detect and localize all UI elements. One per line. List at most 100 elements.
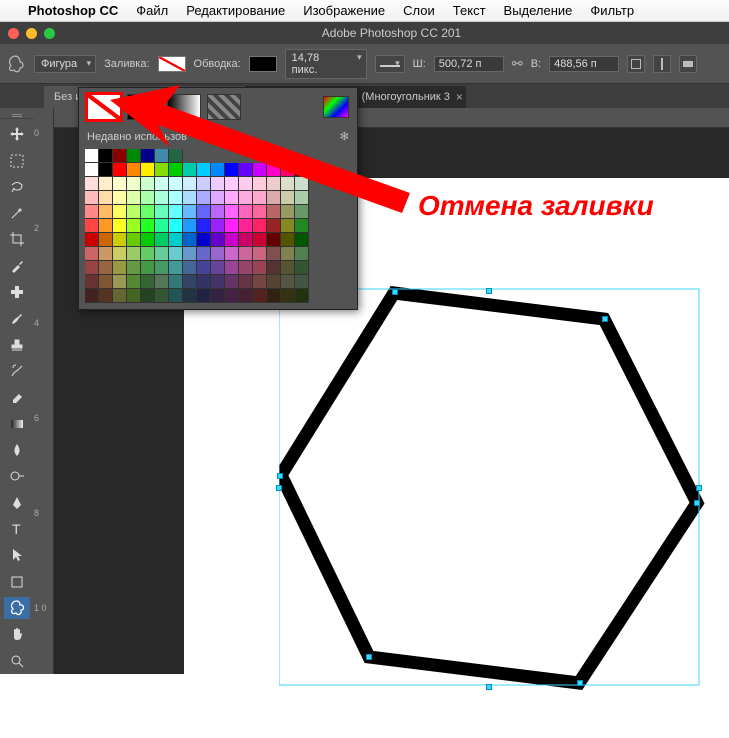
swatch-cell[interactable] — [267, 275, 281, 289]
swatch-cell[interactable] — [99, 261, 113, 275]
width-field[interactable] — [434, 56, 504, 72]
tab-close-icon[interactable]: × — [456, 90, 463, 104]
swatch-cell[interactable] — [169, 261, 183, 275]
swatch-cell[interactable] — [99, 247, 113, 261]
swatch-cell[interactable] — [267, 247, 281, 261]
swatch-cell[interactable] — [85, 205, 99, 219]
selection-handle[interactable] — [366, 654, 372, 660]
swatch-cell[interactable] — [183, 289, 197, 303]
type-tool[interactable]: T — [4, 518, 30, 540]
selection-handle[interactable] — [486, 288, 492, 294]
swatch-cell[interactable] — [239, 289, 253, 303]
selection-handle[interactable] — [577, 680, 583, 686]
swatch-cell[interactable] — [113, 247, 127, 261]
move-tool[interactable] — [4, 123, 30, 145]
swatch-cell[interactable] — [211, 275, 225, 289]
swatch-cell[interactable] — [197, 261, 211, 275]
swatch-cell[interactable] — [85, 219, 99, 233]
swatch-cell[interactable] — [281, 261, 295, 275]
swatch-cell[interactable] — [225, 261, 239, 275]
blur-tool[interactable] — [4, 439, 30, 461]
swatch-cell[interactable] — [281, 275, 295, 289]
brush-tool[interactable] — [4, 307, 30, 329]
gradient-tool[interactable] — [4, 413, 30, 435]
height-field[interactable] — [549, 56, 619, 72]
swatch-cell[interactable] — [85, 289, 99, 303]
swatch-cell[interactable] — [155, 247, 169, 261]
swatch-cell[interactable] — [197, 289, 211, 303]
swatch-cell[interactable] — [141, 247, 155, 261]
swatch-cell[interactable] — [127, 275, 141, 289]
marquee-tool[interactable] — [4, 149, 30, 171]
swatch-cell[interactable] — [141, 261, 155, 275]
swatch-cell[interactable] — [113, 261, 127, 275]
history-brush-tool[interactable] — [4, 360, 30, 382]
wand-tool[interactable] — [4, 202, 30, 224]
swatch-cell[interactable] — [85, 247, 99, 261]
swatch-cell[interactable] — [211, 261, 225, 275]
custom-shape-tool[interactable] — [4, 597, 30, 619]
swatch-cell[interactable] — [197, 247, 211, 261]
dodge-tool[interactable] — [4, 465, 30, 487]
eyedropper-tool[interactable] — [4, 255, 30, 277]
link-wh-icon[interactable]: ⚯ — [512, 56, 523, 72]
shape-tool[interactable] — [4, 571, 30, 593]
swatch-cell[interactable] — [281, 247, 295, 261]
selection-handle[interactable] — [694, 500, 700, 506]
swatch-cell[interactable] — [183, 261, 197, 275]
fill-swatch[interactable] — [158, 56, 186, 72]
stroke-width-field[interactable]: 14,78 пикс. — [285, 49, 367, 79]
path-select-tool[interactable] — [4, 544, 30, 566]
swatch-cell[interactable] — [169, 247, 183, 261]
menu-layers[interactable]: Слои — [403, 3, 435, 18]
swatch-cell[interactable] — [253, 289, 267, 303]
swatch-cell[interactable] — [239, 275, 253, 289]
swatch-cell[interactable] — [141, 289, 155, 303]
pen-tool[interactable] — [4, 492, 30, 514]
swatch-cell[interactable] — [85, 149, 99, 163]
menu-edit[interactable]: Редактирование — [186, 3, 285, 18]
panel-grip[interactable] — [0, 112, 34, 119]
stroke-style-dropdown[interactable] — [375, 55, 405, 73]
swatch-cell[interactable] — [127, 289, 141, 303]
swatch-cell[interactable] — [183, 247, 197, 261]
swatch-cell[interactable] — [239, 247, 253, 261]
swatch-cell[interactable] — [155, 289, 169, 303]
window-close-button[interactable] — [8, 28, 19, 39]
align-icon[interactable] — [653, 55, 671, 73]
swatch-cell[interactable] — [85, 233, 99, 247]
swatch-cell[interactable] — [295, 275, 309, 289]
swatch-cell[interactable] — [183, 275, 197, 289]
swatch-cell[interactable] — [225, 275, 239, 289]
swatch-cell[interactable] — [211, 247, 225, 261]
swatch-cell[interactable] — [253, 261, 267, 275]
zoom-tool[interactable] — [4, 650, 30, 672]
swatch-cell[interactable] — [113, 275, 127, 289]
swatch-cell[interactable] — [155, 261, 169, 275]
swatch-cell[interactable] — [239, 261, 253, 275]
swatch-cell[interactable] — [127, 247, 141, 261]
swatch-cell[interactable] — [295, 247, 309, 261]
selection-handle[interactable] — [696, 485, 702, 491]
menu-filter[interactable]: Фильтр — [590, 3, 634, 18]
hand-tool[interactable] — [4, 623, 30, 645]
swatch-cell[interactable] — [295, 261, 309, 275]
window-zoom-button[interactable] — [44, 28, 55, 39]
lasso-tool[interactable] — [4, 176, 30, 198]
swatch-cell[interactable] — [169, 289, 183, 303]
menu-select[interactable]: Выделение — [504, 3, 573, 18]
swatch-cell[interactable] — [155, 275, 169, 289]
swatch-cell[interactable] — [99, 275, 113, 289]
swatch-cell[interactable] — [211, 289, 225, 303]
swatch-cell[interactable] — [85, 261, 99, 275]
swatch-cell[interactable] — [225, 289, 239, 303]
app-name-menu[interactable]: Photoshop CC — [28, 3, 118, 18]
arrange-icon[interactable] — [679, 55, 697, 73]
path-op-icon[interactable] — [627, 55, 645, 73]
shape-mode-dropdown[interactable]: Фигура — [34, 55, 96, 73]
selection-handle[interactable] — [486, 684, 492, 690]
menu-text[interactable]: Текст — [453, 3, 486, 18]
selection-handle[interactable] — [276, 485, 282, 491]
menu-image[interactable]: Изображение — [303, 3, 385, 18]
swatch-cell[interactable] — [99, 289, 113, 303]
